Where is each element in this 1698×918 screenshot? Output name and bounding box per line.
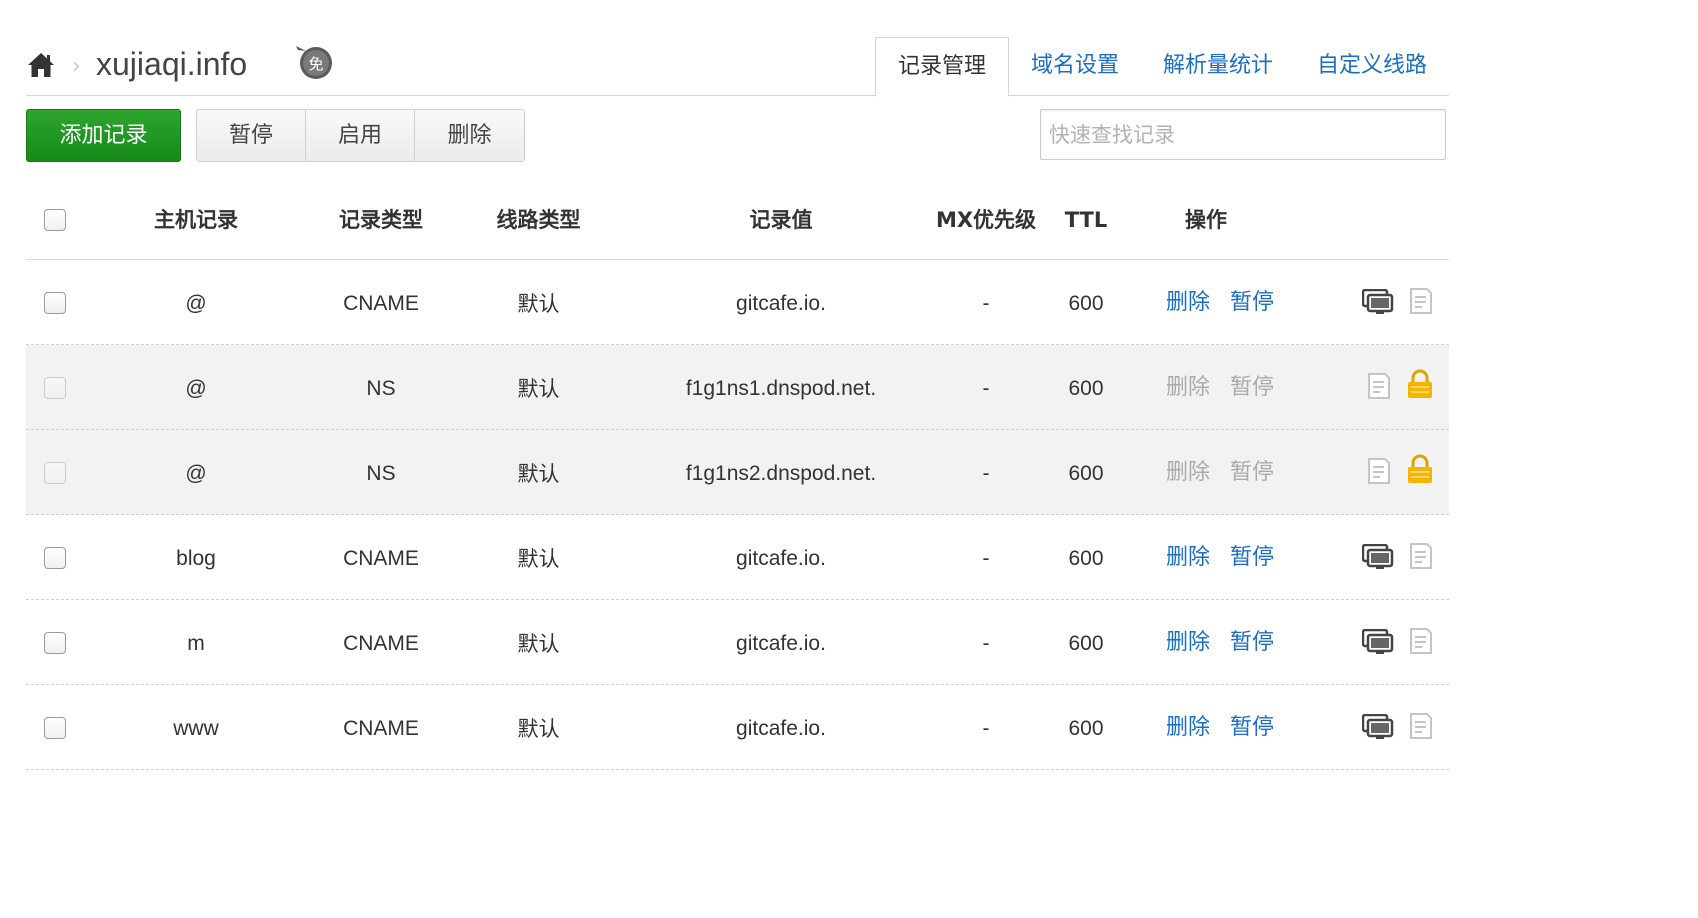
pause-link: 暂停 xyxy=(1230,460,1275,485)
free-badge-label: 免 xyxy=(308,55,323,73)
column-header-host: 主机记录 xyxy=(154,208,238,232)
tab-record-management[interactable]: 记录管理 xyxy=(874,37,1009,97)
domain-title: xujiaqi.info xyxy=(96,46,248,82)
type-cell: NS xyxy=(366,377,396,400)
pause-button[interactable]: 暂停 xyxy=(197,110,306,161)
lock-icon xyxy=(1408,454,1432,483)
remark-icon[interactable] xyxy=(1408,627,1434,655)
mx-cell: - xyxy=(982,717,990,740)
monitor-icon[interactable] xyxy=(1362,544,1394,570)
ttl-cell: 600 xyxy=(1068,632,1104,655)
table-row: @ NS 默认 f1g1ns1.dnspod.net. - 600 删除 暂停 xyxy=(26,345,1449,430)
table-row: www CNAME 默认 gitcafe.io. - 600 删除 暂停 xyxy=(26,685,1449,770)
ttl-cell: 600 xyxy=(1068,462,1104,485)
pause-link[interactable]: 暂停 xyxy=(1230,685,1274,770)
monitor-icon[interactable] xyxy=(1362,629,1394,655)
pause-link[interactable]: 暂停 xyxy=(1230,515,1274,600)
monitor-icon[interactable] xyxy=(1362,714,1394,740)
tab-query-statistics[interactable]: 解析量统计 xyxy=(1141,37,1295,96)
column-header-type: 记录类型 xyxy=(339,208,423,232)
row-checkbox xyxy=(44,462,66,484)
add-record-button[interactable]: 添加记录 xyxy=(26,109,181,162)
table-row: blog CNAME 默认 gitcafe.io. - 600 删除 暂停 xyxy=(26,515,1449,600)
line-cell: 默认 xyxy=(517,717,560,741)
delete-link[interactable]: 删除 xyxy=(1166,600,1210,685)
line-cell: 默认 xyxy=(517,462,560,486)
delete-link: 删除 xyxy=(1166,375,1211,400)
records-table: 主机记录 记录类型 线路类型 记录值 MX优先级 TTL 操作 @ CNAME … xyxy=(26,180,1449,770)
tab-domain-settings[interactable]: 域名设置 xyxy=(1009,37,1141,96)
delete-button[interactable]: 删除 xyxy=(415,110,524,161)
line-cell: 默认 xyxy=(517,547,560,571)
type-cell: CNAME xyxy=(343,717,419,740)
delete-link[interactable]: 删除 xyxy=(1166,515,1210,600)
host-cell: m xyxy=(187,632,205,655)
column-header-line: 线路类型 xyxy=(496,208,581,232)
line-cell: 默认 xyxy=(517,632,560,656)
host-cell: @ xyxy=(185,377,207,400)
row-checkbox xyxy=(44,377,66,399)
column-header-value: 记录值 xyxy=(749,208,813,232)
value-cell: gitcafe.io. xyxy=(736,632,826,655)
line-cell: 默认 xyxy=(517,377,560,401)
host-cell: @ xyxy=(185,462,207,485)
table-row: @ NS 默认 f1g1ns2.dnspod.net. - 600 删除 暂停 xyxy=(26,430,1449,515)
type-cell: NS xyxy=(366,462,396,485)
host-cell: www xyxy=(173,717,219,740)
type-cell: CNAME xyxy=(343,632,419,655)
mx-cell: - xyxy=(982,377,990,400)
pause-link: 暂停 xyxy=(1230,375,1275,400)
pause-link[interactable]: 暂停 xyxy=(1230,260,1274,345)
column-header-actions: 操作 xyxy=(1185,208,1227,232)
mx-cell: - xyxy=(982,547,990,570)
mx-cell: - xyxy=(982,632,990,655)
host-cell: blog xyxy=(176,547,216,570)
mx-cell: - xyxy=(982,292,990,315)
remark-icon xyxy=(1368,458,1390,484)
row-checkbox[interactable] xyxy=(44,547,66,569)
line-cell: 默认 xyxy=(517,292,560,316)
pause-link[interactable]: 暂停 xyxy=(1230,600,1274,685)
column-header-ttl: TTL xyxy=(1064,208,1108,232)
remark-icon[interactable] xyxy=(1408,287,1434,315)
delete-link: 删除 xyxy=(1166,460,1211,485)
type-cell: CNAME xyxy=(343,292,419,315)
host-cell: @ xyxy=(185,292,207,315)
value-cell: f1g1ns1.dnspod.net. xyxy=(685,377,877,400)
mx-cell: - xyxy=(982,462,990,485)
ttl-cell: 600 xyxy=(1068,547,1104,570)
select-all-checkbox[interactable] xyxy=(44,209,66,231)
monitor-icon[interactable] xyxy=(1362,289,1394,315)
breadcrumb-separator: › xyxy=(72,54,81,79)
table-row: m CNAME 默认 gitcafe.io. - 600 删除 暂停 xyxy=(26,600,1449,685)
remark-icon xyxy=(1368,373,1390,399)
ttl-cell: 600 xyxy=(1068,292,1104,315)
ttl-cell: 600 xyxy=(1068,377,1104,400)
tab-custom-lines[interactable]: 自定义线路 xyxy=(1295,37,1449,96)
tab-bar: 记录管理 域名设置 解析量统计 自定义线路 xyxy=(874,37,1449,97)
table-header: 主机记录 记录类型 线路类型 记录值 MX优先级 TTL 操作 xyxy=(26,180,1449,260)
lock-icon xyxy=(1408,369,1432,398)
row-checkbox[interactable] xyxy=(44,717,66,739)
value-cell: gitcafe.io. xyxy=(736,717,826,740)
value-cell: gitcafe.io. xyxy=(736,292,826,315)
delete-link[interactable]: 删除 xyxy=(1166,260,1210,345)
page-header: › xujiaqi.info 免 记录管理 域名设置 解析量统计 自定义线路 xyxy=(26,36,1449,97)
table-row: @ CNAME 默认 gitcafe.io. - 600 删除 暂停 xyxy=(26,260,1449,345)
free-badge-icon: 免 xyxy=(296,46,332,79)
search-input[interactable] xyxy=(1040,109,1446,160)
enable-button[interactable]: 启用 xyxy=(306,110,415,161)
remark-icon[interactable] xyxy=(1408,712,1434,740)
row-checkbox[interactable] xyxy=(44,292,66,314)
type-cell: CNAME xyxy=(343,547,419,570)
ttl-cell: 600 xyxy=(1068,717,1104,740)
batch-action-group: 暂停 启用 删除 xyxy=(196,109,525,162)
value-cell: gitcafe.io. xyxy=(736,547,826,570)
remark-icon[interactable] xyxy=(1408,542,1434,570)
column-header-mx: MX优先级 xyxy=(935,208,1037,232)
home-icon[interactable] xyxy=(26,50,56,80)
value-cell: f1g1ns2.dnspod.net. xyxy=(685,462,877,485)
delete-link[interactable]: 删除 xyxy=(1166,685,1210,770)
row-checkbox[interactable] xyxy=(44,632,66,654)
